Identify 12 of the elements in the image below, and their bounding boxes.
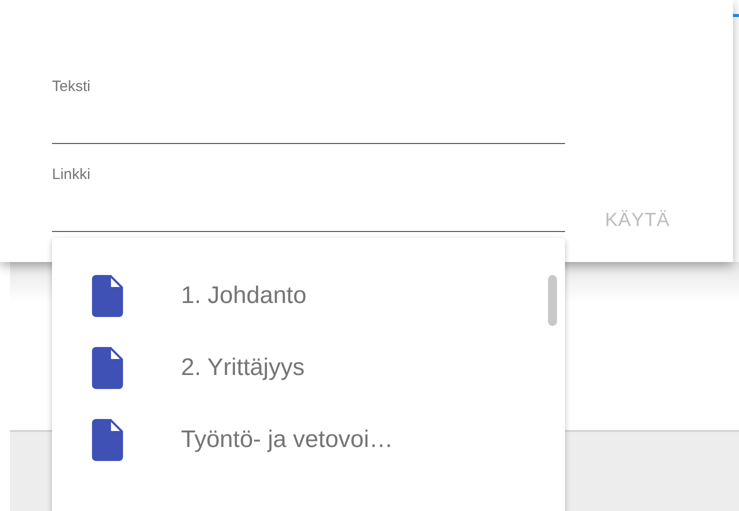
document-icon: [92, 347, 123, 389]
progress-edge: [733, 14, 739, 17]
document-icon: [92, 275, 123, 317]
menu-item[interactable]: 1. Johdanto: [181, 282, 306, 310]
field-label: Linkki: [52, 166, 90, 183]
input-field[interactable]: Linkki: [52, 166, 565, 232]
document-icon: [92, 419, 123, 461]
input-field[interactable]: Teksti: [52, 78, 565, 144]
menu-item[interactable]: 2. Yrittäjyys: [181, 354, 305, 382]
field-label: Teksti: [52, 78, 90, 95]
menu-item[interactable]: Työntö- ja vetovoi…: [181, 426, 394, 454]
scrollbar-thumb[interactable]: [548, 275, 557, 326]
